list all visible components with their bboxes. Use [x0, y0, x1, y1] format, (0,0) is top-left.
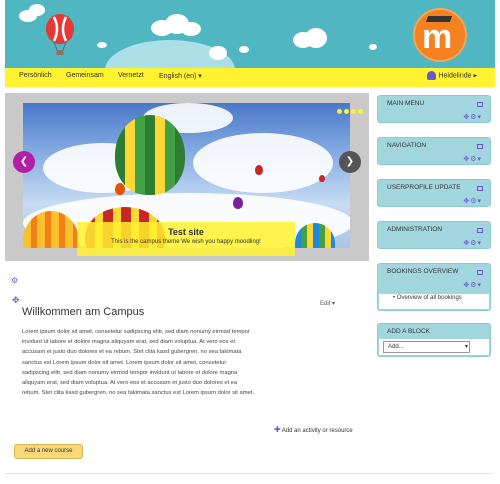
add-activity-link[interactable]: ✚Add an activity or resource — [274, 425, 353, 434]
edit-menu[interactable]: Edit ▾ — [320, 300, 335, 307]
cloud-decoration — [209, 46, 227, 60]
hot-air-balloon-icon — [233, 197, 243, 209]
block-title[interactable]: ADMINISTRATION — [387, 226, 442, 233]
dock-icon[interactable] — [477, 186, 483, 191]
hot-air-balloon-icon — [46, 14, 74, 55]
block-title[interactable]: MAIN MENU — [387, 100, 424, 107]
block-controls[interactable]: ✥⚙▾ — [463, 281, 482, 289]
moodle-logo[interactable]: m — [413, 8, 467, 62]
add-activity-label: Add an activity or resource — [281, 428, 353, 434]
block-controls[interactable]: ✥⚙▾ — [463, 239, 482, 247]
add-block-select[interactable]: Add... ▾ — [383, 341, 470, 353]
slider-prev-button[interactable]: ❮ — [13, 151, 35, 173]
chevron-down-icon[interactable]: ▾ — [477, 239, 482, 247]
block-title[interactable]: NAVIGATION — [387, 142, 426, 149]
moodle-m-icon: m — [422, 18, 453, 56]
slide-title: Test site — [168, 227, 204, 237]
header-banner: m — [5, 0, 495, 68]
block-administration: ADMINISTRATION ✥⚙▾ — [377, 221, 491, 249]
pager-dot[interactable] — [337, 109, 342, 114]
chevron-down-icon[interactable]: ▾ — [477, 113, 482, 121]
custom-menu-bar: Persönlich Gemeinsam Vernetzt English (e… — [5, 68, 495, 87]
move-icon[interactable]: ✥ — [12, 296, 20, 306]
bookings-link[interactable]: Overview of all bookings — [397, 295, 462, 301]
hot-air-balloon-icon — [115, 183, 125, 195]
plus-icon: ✚ — [274, 425, 281, 434]
add-new-course-button[interactable]: Add a new course — [14, 444, 83, 459]
cloud-decoration — [369, 44, 377, 50]
slide-caption: Test site This is the campus theme We wi… — [77, 222, 295, 256]
hot-air-balloon-icon — [255, 165, 263, 175]
block-controls[interactable]: ✥⚙▾ — [463, 197, 482, 205]
cloud-decoration — [97, 42, 107, 48]
cloud-decoration — [239, 46, 249, 53]
slide-subtitle: This is the campus theme We wish you hap… — [111, 239, 261, 245]
add-block-select-value: Add... — [388, 344, 404, 350]
user-menu[interactable]: Heidelinde ▸ — [427, 71, 477, 80]
cloud-decoration — [305, 28, 327, 48]
block-navigation: NAVIGATION ✥⚙▾ — [377, 137, 491, 165]
slider-pager — [335, 99, 363, 118]
hot-air-balloon-icon — [115, 115, 185, 195]
chevron-down-icon[interactable]: ▾ — [477, 197, 482, 205]
block-controls[interactable]: ✥⚙▾ — [463, 155, 482, 163]
block-userprofile-update: USERPROFILE UPDATE ✥⚙▾ — [377, 179, 491, 207]
cloud-decoration — [193, 133, 333, 193]
language-menu[interactable]: English (en) ▾ — [159, 72, 202, 80]
block-bookings-overview: BOOKINGS OVERVIEW ✥⚙▾ • Overview of all … — [377, 263, 491, 311]
cloud-decoration — [181, 22, 201, 36]
dock-icon[interactable] — [477, 144, 483, 149]
block-title: ADD A BLOCK — [387, 328, 430, 335]
block-controls[interactable]: ✥⚙▾ — [463, 113, 482, 121]
dock-icon[interactable] — [477, 228, 483, 233]
pager-dot[interactable] — [344, 109, 349, 114]
block-content: • Overview of all bookings — [379, 294, 489, 309]
block-title[interactable]: USERPROFILE UPDATE — [387, 184, 461, 191]
user-name: Heidelinde ▸ — [438, 72, 477, 80]
pager-dot[interactable] — [351, 109, 356, 114]
user-icon — [427, 71, 437, 80]
chevron-down-icon[interactable]: ▾ — [477, 155, 482, 163]
block-title[interactable]: BOOKINGS OVERVIEW — [387, 268, 458, 275]
dock-icon[interactable] — [477, 102, 483, 107]
block-main-menu: MAIN MENU ✥⚙▾ — [377, 95, 491, 123]
block-content: Add... ▾ — [379, 339, 489, 355]
dock-icon[interactable] — [477, 270, 483, 275]
section-title: Willkommen am Campus — [22, 306, 145, 318]
image-slider: ❮ ❯ Test site This is the campus theme W… — [5, 93, 369, 261]
menu-item-persoenlich[interactable]: Persönlich — [19, 72, 52, 79]
menu-item-gemeinsam[interactable]: Gemeinsam — [66, 72, 104, 79]
hot-air-balloon-icon — [319, 175, 325, 182]
menu-item-vernetzt[interactable]: Vernetzt — [118, 72, 144, 79]
list-item[interactable]: • Overview of all bookings — [393, 295, 462, 301]
slider-next-button[interactable]: ❯ — [339, 151, 361, 173]
chevron-down-icon[interactable]: ▾ — [477, 281, 482, 289]
footer-divider — [5, 473, 493, 474]
chevron-down-icon: ▾ — [464, 344, 468, 350]
cloud-decoration — [29, 4, 45, 16]
section-summary: Lorem ipsum dolor sit amet, consetetur s… — [22, 329, 254, 397]
pager-dot[interactable] — [358, 109, 363, 114]
block-add-a-block: ADD A BLOCK Add... ▾ — [377, 323, 491, 357]
gear-icon[interactable]: ⚙ — [11, 276, 18, 285]
